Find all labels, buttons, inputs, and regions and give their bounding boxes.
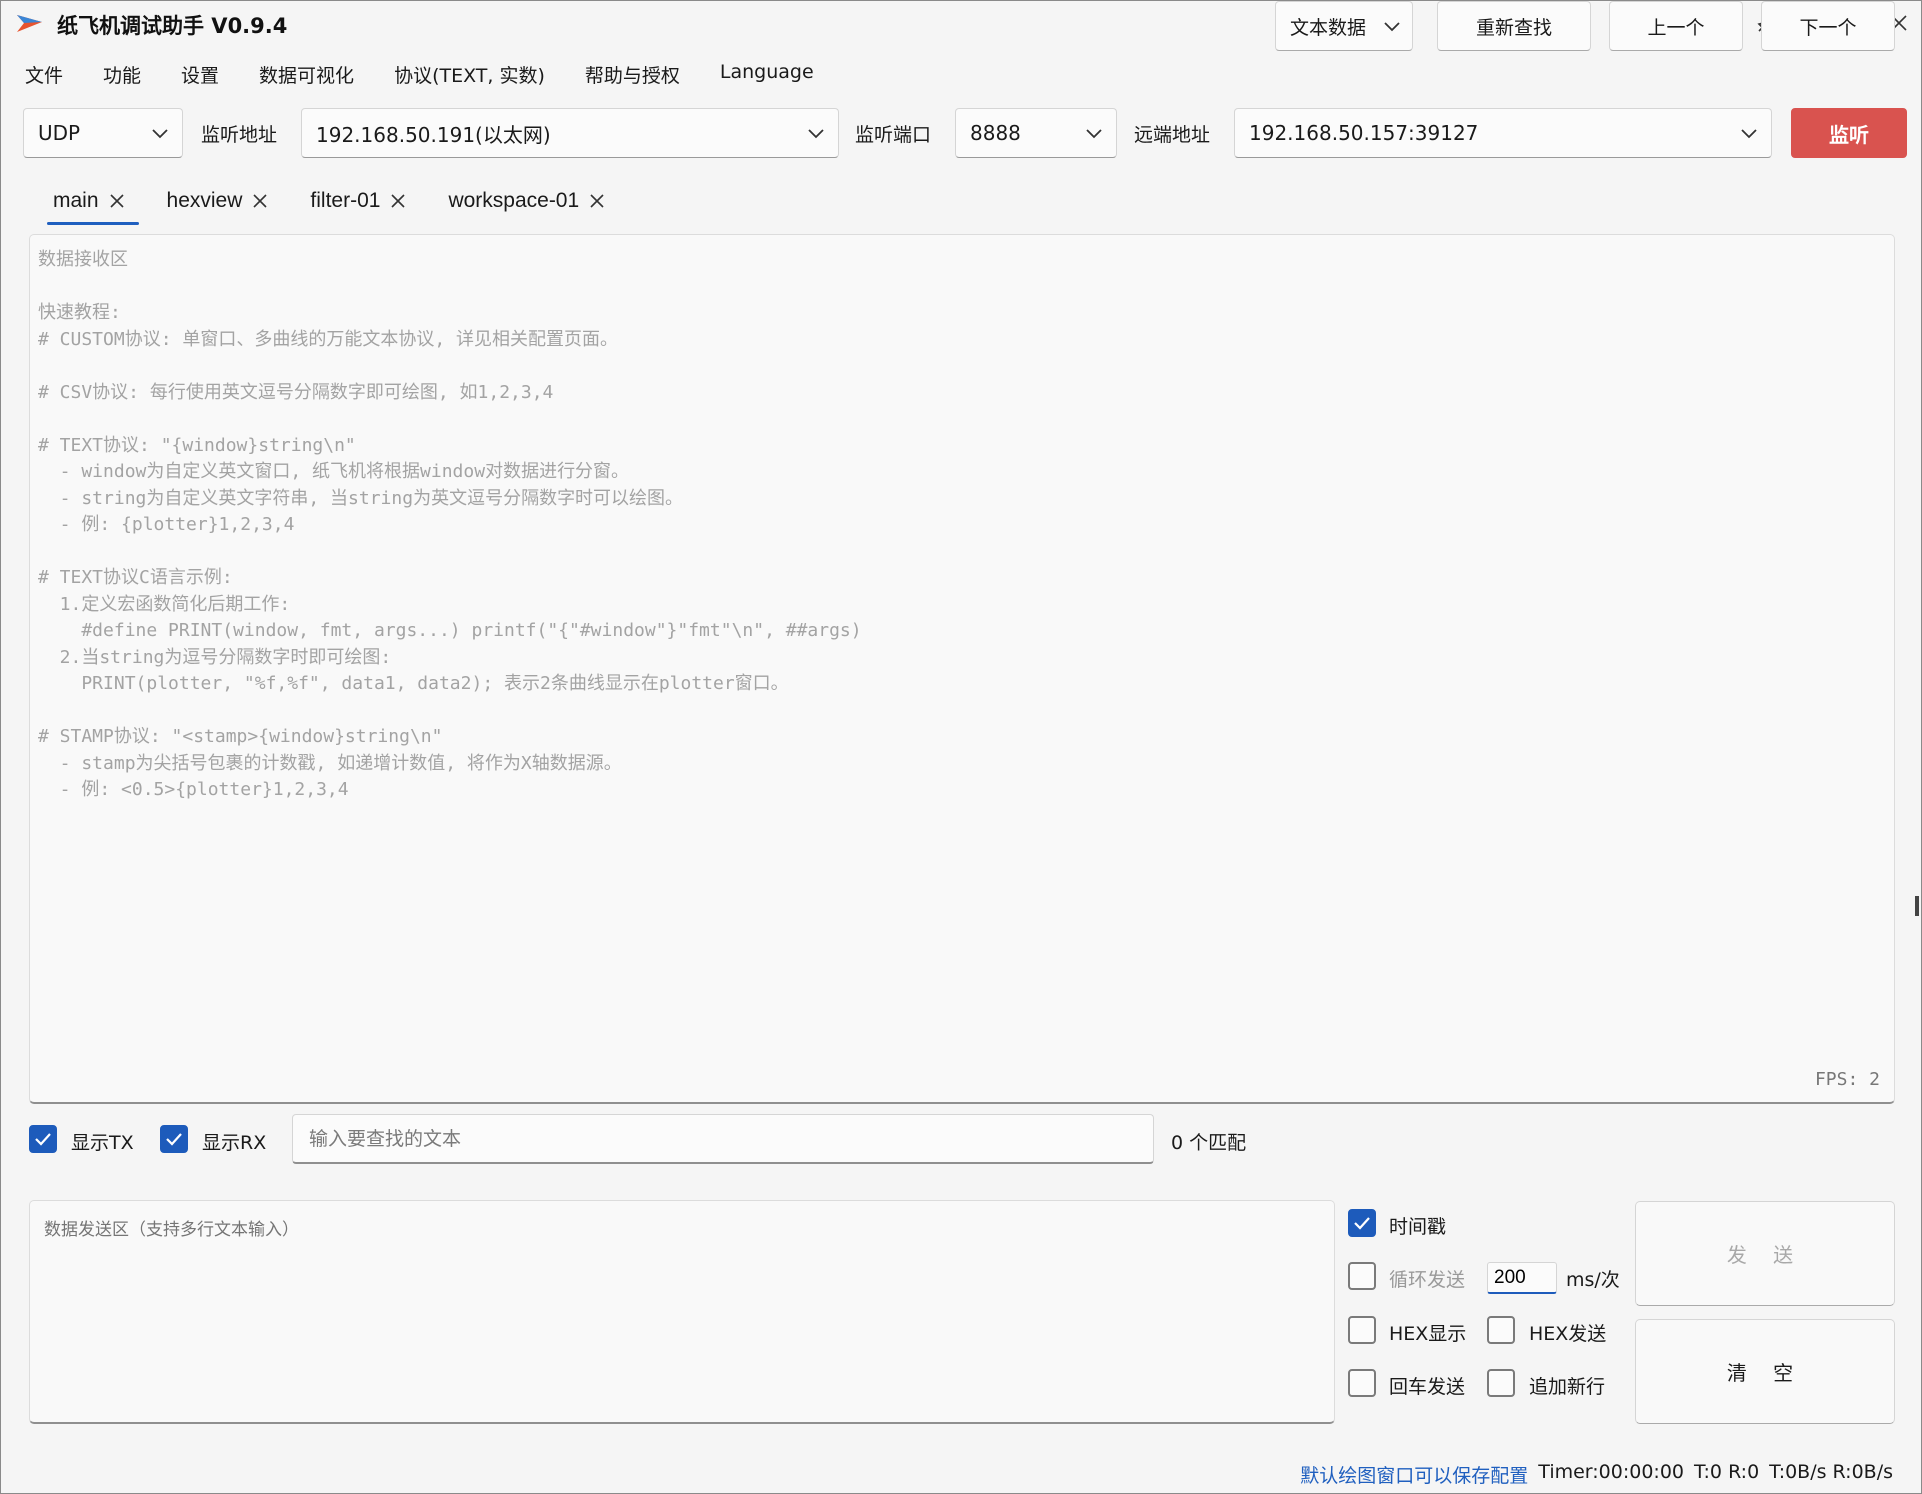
protocol-value: UDP: [38, 121, 81, 145]
menu-function[interactable]: 功能: [83, 55, 161, 95]
show-rx-checkbox[interactable]: [160, 1125, 188, 1153]
receive-placeholder: 数据接收区 快速教程: # CUSTOM协议: 单窗口、多曲线的万能文本协议, …: [38, 249, 862, 800]
close-icon[interactable]: [109, 193, 125, 209]
save-config-hint-link[interactable]: 默认绘图窗口可以保存配置: [1300, 1461, 1528, 1488]
data-type-select[interactable]: 文本数据: [1275, 1, 1413, 51]
rate-status: T:0B/s R:0B/s: [1769, 1461, 1893, 1483]
tab-label: main: [53, 189, 99, 212]
listen-port-value: 8888: [970, 121, 1021, 145]
tab-hexview[interactable]: hexview: [155, 181, 281, 221]
remote-addr-label: 远端地址: [1134, 124, 1211, 146]
chevron-down-icon: [1086, 129, 1102, 139]
listen-button[interactable]: 监听: [1791, 108, 1907, 158]
chevron-down-icon: [1384, 22, 1400, 32]
send-button[interactable]: 发 送: [1635, 1201, 1895, 1306]
protocol-select[interactable]: UDP: [23, 108, 183, 158]
check-icon: [166, 1133, 182, 1146]
close-icon[interactable]: [252, 193, 268, 209]
paper-plane-logo-icon: [17, 15, 42, 32]
research-button[interactable]: 重新查找: [1437, 1, 1591, 51]
chevron-down-icon: [152, 129, 168, 139]
chevron-down-icon: [808, 129, 824, 139]
prev-button[interactable]: 上一个: [1609, 1, 1743, 51]
count-status: T:0 R:0: [1694, 1461, 1760, 1483]
listen-addr-value: 192.168.50.191(以太网): [316, 122, 551, 147]
interval-input[interactable]: [1487, 1262, 1557, 1294]
receive-area[interactable]: 数据接收区 快速教程: # CUSTOM协议: 单窗口、多曲线的万能文本协议, …: [29, 234, 1895, 1104]
chevron-down-icon: [1741, 129, 1757, 139]
tab-label: workspace-01: [448, 189, 580, 212]
listen-port-label: 监听端口: [855, 124, 932, 146]
hex-send-label: HEX发送: [1529, 1323, 1607, 1345]
menu-protocol[interactable]: 协议(TEXT, 实数): [374, 55, 565, 95]
hex-display-checkbox[interactable]: [1348, 1316, 1376, 1344]
listen-addr-label: 监听地址: [201, 124, 278, 146]
send-input[interactable]: [29, 1200, 1335, 1424]
tab-label: hexview: [166, 189, 243, 212]
clear-button[interactable]: 清 空: [1635, 1319, 1895, 1424]
close-icon[interactable]: [390, 193, 406, 209]
loop-send-checkbox[interactable]: [1348, 1262, 1376, 1290]
interval-unit: ms/次: [1566, 1269, 1620, 1291]
next-button[interactable]: 下一个: [1761, 1, 1895, 51]
check-icon: [1354, 1217, 1370, 1230]
tab-workspace-01[interactable]: workspace-01: [436, 181, 617, 221]
tab-bar: main hexview filter-01 workspace-01: [41, 181, 635, 225]
tab-filter-01[interactable]: filter-01: [298, 181, 418, 221]
menu-file[interactable]: 文件: [1, 55, 83, 95]
append-newline-label: 追加新行: [1529, 1376, 1606, 1398]
loop-send-label: 循环发送: [1389, 1269, 1466, 1291]
append-newline-checkbox[interactable]: [1487, 1369, 1515, 1397]
enter-send-checkbox[interactable]: [1348, 1369, 1376, 1397]
check-icon: [35, 1133, 51, 1146]
data-type-value: 文本数据: [1290, 16, 1367, 39]
app-title: 纸飞机调试助手 V0.9.4: [57, 14, 288, 38]
remote-addr-value: 192.168.50.157:39127: [1249, 121, 1479, 145]
status-bar: 默认绘图窗口可以保存配置 Timer:00:00:00 T:0 R:0 T:0B…: [1300, 1461, 1893, 1488]
timestamp-checkbox[interactable]: [1348, 1209, 1376, 1237]
tab-label: filter-01: [310, 189, 381, 212]
show-tx-checkbox[interactable]: [29, 1125, 57, 1153]
listen-addr-select[interactable]: 192.168.50.191(以太网): [301, 108, 839, 158]
menu-language[interactable]: Language: [700, 55, 834, 95]
fps-counter: FPS: 2: [1814, 1069, 1880, 1090]
tab-main[interactable]: main: [41, 181, 139, 225]
show-rx-label: 显示RX: [202, 1132, 267, 1154]
menu-settings[interactable]: 设置: [161, 55, 239, 95]
menu-visualization[interactable]: 数据可视化: [239, 55, 374, 95]
match-count: 0 个匹配: [1171, 1132, 1247, 1154]
remote-addr-select[interactable]: 192.168.50.157:39127: [1234, 108, 1772, 158]
app-window: 纸飞机调试助手 V0.9.4 文件 功能 设置 数据可视化 协议(TEXT, 实…: [0, 0, 1922, 1494]
show-tx-label: 显示TX: [71, 1132, 134, 1154]
listen-port-select[interactable]: 8888: [955, 108, 1117, 158]
timer-status: Timer:00:00:00: [1538, 1461, 1685, 1483]
enter-send-label: 回车发送: [1389, 1376, 1466, 1398]
scrollbar-thumb[interactable]: [1915, 896, 1919, 916]
menu-help[interactable]: 帮助与授权: [565, 55, 700, 95]
close-icon[interactable]: [589, 193, 605, 209]
hex-send-checkbox[interactable]: [1487, 1316, 1515, 1344]
timestamp-label: 时间戳: [1389, 1216, 1447, 1238]
menu-bar: 文件 功能 设置 数据可视化 协议(TEXT, 实数) 帮助与授权 Langua…: [1, 55, 834, 95]
search-input[interactable]: [292, 1114, 1154, 1164]
hex-display-label: HEX显示: [1389, 1323, 1467, 1345]
